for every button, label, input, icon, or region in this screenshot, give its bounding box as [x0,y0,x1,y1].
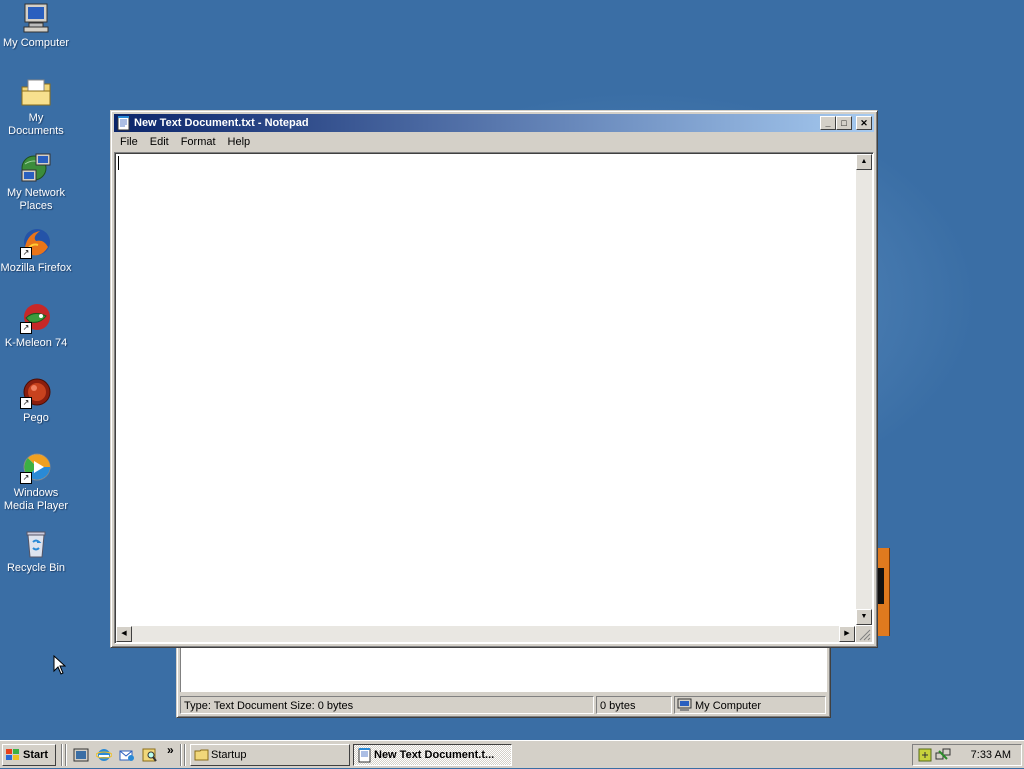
windows-flag-icon [6,748,20,762]
taskbar: Start » Startup New Text Document.t... 7… [0,740,1024,768]
notepad-text-area[interactable]: ▲ ▼ ◀ ▶ [114,152,874,644]
scroll-up-button[interactable]: ▲ [856,154,872,170]
desktop-icon-label: My Network Places [6,187,66,212]
computer-icon [677,698,692,713]
minimize-icon: _ [825,118,831,128]
desktop-icon-firefox[interactable]: ↗ Mozilla Firefox [0,227,72,275]
show-desktop-icon[interactable] [73,747,89,763]
explorer-status-bar: Type: Text Document Size: 0 bytes 0 byte… [180,696,827,714]
menu-edit[interactable]: Edit [144,133,175,151]
firefox-icon: ↗ [20,227,52,259]
maximize-button[interactable]: □ [836,116,852,130]
start-label: Start [23,749,49,761]
explorer-content-area[interactable] [180,645,827,692]
desktop-icon-label: My Computer [2,37,70,49]
search-icon[interactable] [142,747,158,763]
task-startup[interactable]: Startup [190,744,350,766]
scroll-right-button[interactable]: ▶ [839,626,855,642]
arrow-up-icon: ▲ [860,158,868,165]
scroll-down-button[interactable]: ▼ [856,609,872,625]
media-player-icon: ↗ [20,452,52,484]
system-tray: 7:33 AM [912,744,1022,766]
menu-format[interactable]: Format [175,133,222,151]
maximize-icon: □ [841,118,847,128]
desktop-icon-label: K-Meleon 74 [4,337,68,349]
shortcut-arrow-icon: ↗ [20,322,32,334]
desktop-icon-label: My Documents [8,112,64,137]
horizontal-scrollbar[interactable]: ◀ ▶ [116,626,855,642]
tray-app-icon[interactable] [917,747,933,766]
notepad-icon [116,115,132,131]
task-label: New Text Document.t... [374,749,495,761]
shortcut-arrow-icon: ↗ [20,397,32,409]
taskbar-separator [65,744,67,766]
desktop-icon-label: Pego [23,412,49,424]
arrow-right-icon: ▶ [844,630,850,637]
task-notepad[interactable]: New Text Document.t... [353,744,512,766]
status-pane-type: Type: Text Document Size: 0 bytes [180,696,594,714]
taskbar-separator [61,744,63,766]
notepad-icon [357,747,373,763]
recycle-bin-icon [20,527,52,559]
k-meleon-icon: ↗ [20,302,52,334]
clock[interactable]: 7:33 AM [971,745,1011,765]
quicklaunch-more-button[interactable]: » [167,743,174,757]
internet-explorer-icon[interactable] [95,747,113,763]
network-connection-icon[interactable] [935,747,951,766]
taskbar-separator [180,744,182,766]
desktop-icon-pego[interactable]: ↗ Pego [0,377,72,425]
desktop-icon-label: Recycle Bin [6,562,66,574]
notepad-titlebar[interactable]: New Text Document.txt - Notepad _ □ ✕ [114,114,874,132]
my-computer-icon [20,2,52,34]
close-button[interactable]: ✕ [856,116,872,130]
size-grip[interactable] [856,626,872,642]
pego-icon: ↗ [20,377,52,409]
arrow-down-icon: ▼ [860,613,868,620]
mouse-cursor-icon [53,654,67,679]
status-pane-zone: My Computer [674,696,826,714]
desktop-icon-media-player[interactable]: ↗ Windows Media Player [0,452,72,513]
shortcut-arrow-icon: ↗ [20,472,32,484]
start-button[interactable]: Start [2,744,56,766]
desktop-icon-label: Windows Media Player [3,487,69,512]
notepad-title: New Text Document.txt - Notepad [134,117,309,129]
my-documents-icon [20,77,52,109]
outlook-express-icon[interactable] [119,747,135,763]
menu-file[interactable]: File [114,133,144,151]
desktop-icon-recycle-bin[interactable]: Recycle Bin [0,527,72,575]
notepad-window[interactable]: New Text Document.txt - Notepad _ □ ✕ Fi… [110,110,878,648]
text-caret [118,156,119,170]
arrow-left-icon: ◀ [121,630,127,637]
vertical-scrollbar[interactable]: ▲ ▼ [856,154,872,625]
taskbar-separator [184,744,186,766]
notepad-menubar: File Edit Format Help [114,133,874,151]
menu-help[interactable]: Help [222,133,257,151]
folder-icon [194,747,210,763]
scroll-left-button[interactable]: ◀ [116,626,132,642]
desktop-icon-my-documents[interactable]: My Documents [0,77,72,138]
background-window-edge [876,548,890,636]
close-icon: ✕ [860,118,868,128]
status-zone-label: My Computer [695,700,762,712]
minimize-button[interactable]: _ [820,116,836,130]
desktop-icon-my-computer[interactable]: My Computer [0,2,72,50]
shortcut-arrow-icon: ↗ [20,247,32,259]
task-label: Startup [211,749,247,761]
network-places-icon [20,152,52,184]
desktop-icon-k-meleon[interactable]: ↗ K-Meleon 74 [0,302,72,350]
desktop-icon-label: Mozilla Firefox [0,262,72,274]
status-pane-size: 0 bytes [596,696,672,714]
desktop-icon-network-places[interactable]: My Network Places [0,152,72,213]
